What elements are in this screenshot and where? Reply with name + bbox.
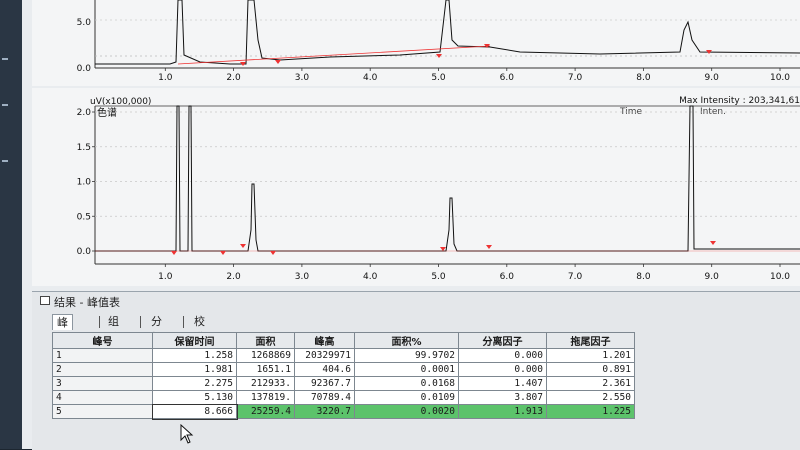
cell-resolution[interactable]: 1.407 <box>458 376 547 391</box>
cell-height[interactable]: 404.6 <box>294 362 355 377</box>
x-tick-label: 9.0 <box>705 272 720 282</box>
tab-groups[interactable]: 分组 <box>147 314 166 344</box>
mouse-cursor-icon <box>180 424 194 444</box>
cell-resolution[interactable]: 3.807 <box>458 390 547 405</box>
cell-retention-time[interactable]: 1.258 <box>152 348 237 363</box>
chromatogram-top[interactable]: 5.0 0.0 1.0 2.0 3.0 4.0 5.0 6.0 7.0 8.0 9.0 10.0 <box>32 0 800 86</box>
cell-peak-no[interactable]: 1 <box>52 348 153 363</box>
bezel-mark <box>2 58 8 60</box>
y-tick-label: 0.0 <box>77 64 92 74</box>
y-tick-label: 0.5 <box>77 212 91 222</box>
cell-height[interactable]: 3220.7 <box>294 404 355 419</box>
x-tick-label: 7.0 <box>568 73 583 83</box>
results-panel-title: 结果 - 峰值表 <box>54 296 120 309</box>
peak-table: 峰号 保留时间 面积 峰高 面积% 分离因子 拖尾因子 1 1.258 1268… <box>52 332 635 420</box>
x-tick-label: 2.0 <box>226 73 241 83</box>
bezel-mark <box>2 104 8 106</box>
x-tick-label: 6.0 <box>500 73 515 83</box>
x-tick-label: 3.0 <box>295 73 310 83</box>
x-tick-label: 8.0 <box>636 73 651 83</box>
y-unit-label: uV(x100,000) <box>90 97 151 107</box>
col-peak-no[interactable]: 峰号 <box>52 332 153 349</box>
col-area[interactable]: 面积 <box>236 332 295 349</box>
cell-peak-no[interactable]: 2 <box>52 362 153 377</box>
cell-peak-no[interactable]: 5 <box>52 404 153 419</box>
x-tick-label: 3.0 <box>295 272 310 282</box>
tab-separator <box>140 316 141 328</box>
monitor-bezel <box>0 0 22 449</box>
cell-area-percent[interactable]: 0.0109 <box>354 390 459 405</box>
cell-peak-no[interactable]: 3 <box>52 376 153 391</box>
cell-area[interactable]: 212933. <box>236 376 295 391</box>
panel-icon[interactable] <box>40 296 50 305</box>
x-tick-label: 5.0 <box>431 73 446 83</box>
table-header-row: 峰号 保留时间 面积 峰高 面积% 分离因子 拖尾因子 <box>52 332 635 349</box>
y-tick-label: 0.0 <box>77 247 92 257</box>
cell-area[interactable]: 25259.4 <box>236 404 295 419</box>
chromatogram-main[interactable]: uV(x100,000) 色谱 Max Intensity : 203,341,… <box>32 88 800 286</box>
cell-area-percent[interactable]: 0.0001 <box>354 362 459 377</box>
cell-area-percent[interactable]: 0.0168 <box>354 376 459 391</box>
table-row-selected[interactable]: 5 8.666 25259.4 3220.7 0.0020 1.913 1.22… <box>52 403 635 420</box>
tab-components[interactable]: 组分 <box>104 314 123 344</box>
cell-tailing-factor[interactable]: 1.225 <box>546 404 635 419</box>
cell-height[interactable]: 92367.7 <box>294 376 355 391</box>
cell-retention-time[interactable]: 2.275 <box>152 376 237 391</box>
cell-tailing-factor[interactable]: 2.361 <box>546 376 635 391</box>
x-tick-label: 1.0 <box>158 272 173 282</box>
cell-peak-no[interactable]: 4 <box>52 390 153 405</box>
table-row[interactable]: 3 2.275 212933. 92367.7 0.0168 1.407 2.3… <box>52 376 635 391</box>
x-tick-label: 10.0 <box>770 272 790 282</box>
tab-peak-table[interactable]: 峰值表 <box>52 314 73 361</box>
tab-calibration-curve[interactable]: 校准曲线 <box>190 314 209 376</box>
cell-height[interactable]: 70789.4 <box>294 390 355 405</box>
cell-resolution[interactable]: 1.913 <box>458 404 547 419</box>
cell-retention-time[interactable]: 8.666 <box>151 403 238 420</box>
x-tick-label: 1.0 <box>158 73 173 83</box>
x-tick-label: 4.0 <box>363 272 378 282</box>
cell-retention-time[interactable]: 1.981 <box>152 362 237 377</box>
x-tick-label: 2.0 <box>226 272 241 282</box>
table-row[interactable]: 4 5.130 137819. 70789.4 0.0109 3.807 2.5… <box>52 390 635 405</box>
x-tick-label: 4.0 <box>363 73 378 83</box>
table-row[interactable]: 2 1.981 1651.1 404.6 0.0001 0.000 0.891 <box>52 362 635 377</box>
x-tick-label: 6.0 <box>500 272 515 282</box>
x-tick-label: 5.0 <box>431 272 446 282</box>
cell-area[interactable]: 137819. <box>236 390 295 405</box>
cell-resolution[interactable]: 0.000 <box>458 348 547 363</box>
x-tick-label: 10.0 <box>770 73 790 83</box>
results-panel: 结果 - 峰值表 峰值表 组分 分组 校准曲线 峰号 保留时间 面积 峰高 面积… <box>32 291 800 450</box>
max-intensity-label: Max Intensity : 203,341,61 <box>679 96 800 106</box>
cell-height[interactable]: 20329971 <box>294 348 355 363</box>
y-tick-label: 1.5 <box>77 143 91 153</box>
tab-separator <box>99 316 100 328</box>
cell-area[interactable]: 1268869 <box>236 348 295 363</box>
cell-retention-time[interactable]: 5.130 <box>152 390 237 405</box>
col-tailing-factor[interactable]: 拖尾因子 <box>546 332 635 349</box>
cell-tailing-factor[interactable]: 0.891 <box>546 362 635 377</box>
x-tick-label: 8.0 <box>636 272 651 282</box>
bezel-mark <box>2 160 8 162</box>
col-area-percent[interactable]: 面积% <box>354 332 459 349</box>
y-tick-label: 1.0 <box>77 178 92 188</box>
x-tick-label: 9.0 <box>705 73 720 83</box>
cell-area-percent[interactable]: 0.0020 <box>354 404 459 419</box>
y-tick-label: 2.0 <box>77 108 92 118</box>
chart-title: 色谱 <box>97 106 117 119</box>
x-tick-label: 7.0 <box>568 272 583 282</box>
cell-area-percent[interactable]: 99.9702 <box>354 348 459 363</box>
cell-tailing-factor[interactable]: 2.550 <box>546 390 635 405</box>
col-resolution[interactable]: 分离因子 <box>458 332 547 349</box>
inten-label: Inten. <box>700 107 726 117</box>
cell-area[interactable]: 1651.1 <box>236 362 295 377</box>
cell-resolution[interactable]: 0.000 <box>458 362 547 377</box>
cell-tailing-factor[interactable]: 1.201 <box>546 348 635 363</box>
tab-separator <box>183 316 184 328</box>
col-height[interactable]: 峰高 <box>294 332 355 349</box>
table-row[interactable]: 1 1.258 1268869 20329971 99.9702 0.000 1… <box>52 348 635 363</box>
col-retention-time[interactable]: 保留时间 <box>152 332 237 349</box>
y-tick-label: 5.0 <box>77 18 92 28</box>
